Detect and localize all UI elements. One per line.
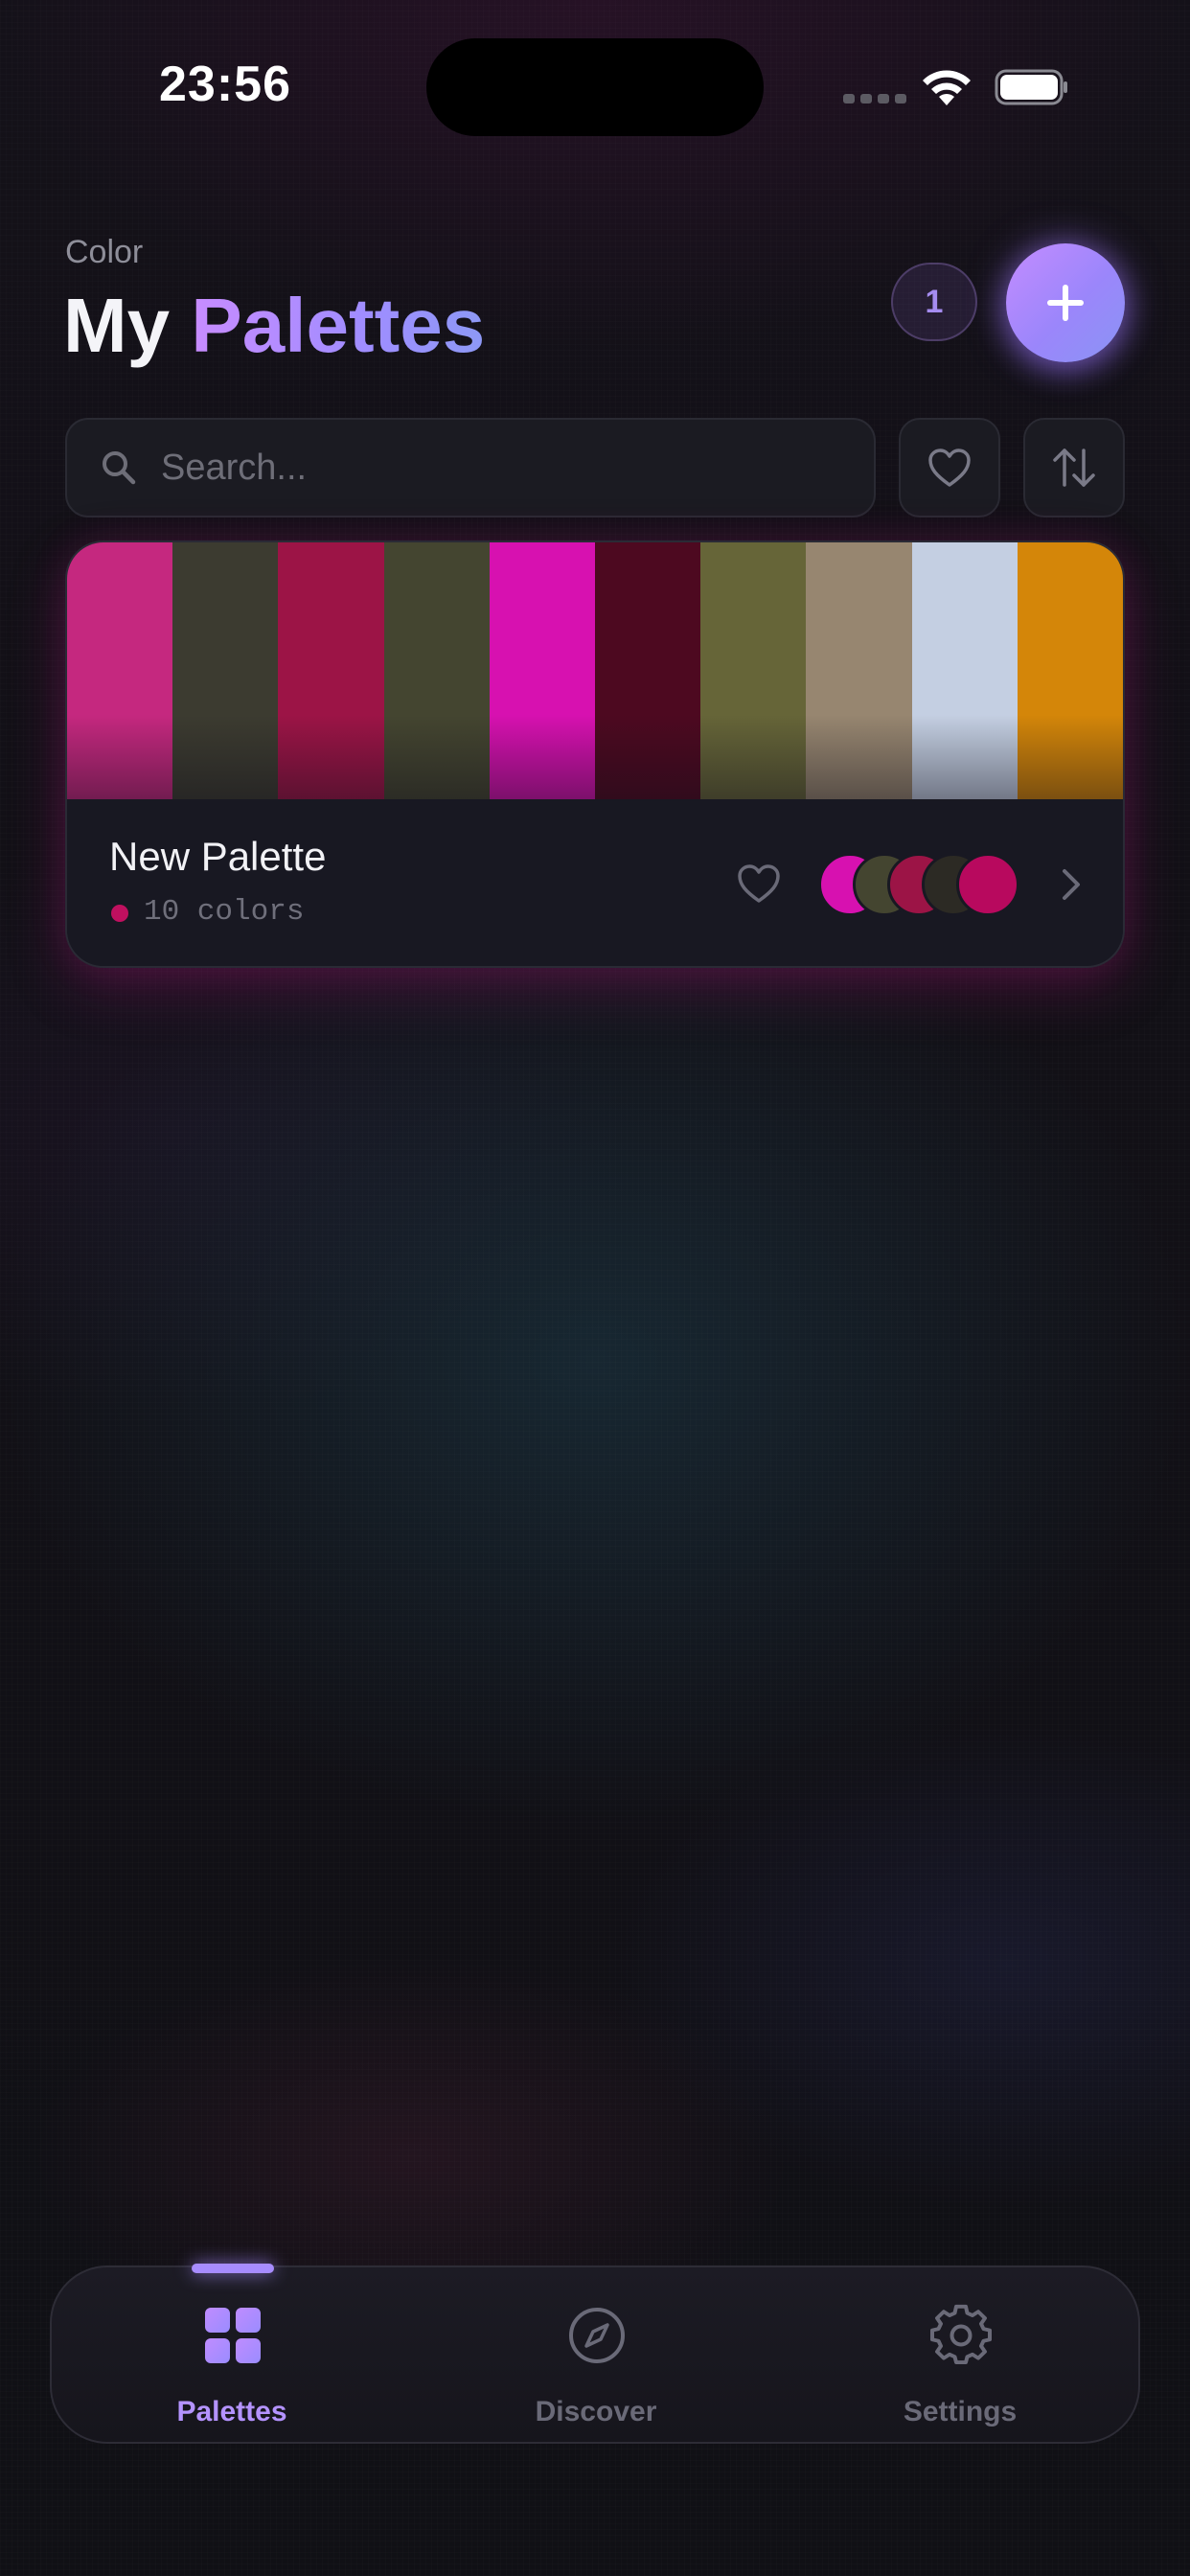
palette-swatch-9	[911, 542, 1018, 799]
page-title-plain: My	[63, 283, 171, 368]
sort-arrows-icon	[1053, 448, 1095, 487]
sort-button[interactable]	[1023, 418, 1125, 518]
grid-icon	[205, 2308, 261, 2363]
palette-card[interactable]: New Palette 10 colors	[65, 540, 1125, 968]
plus-icon	[1047, 285, 1084, 321]
palette-name: New Palette	[109, 834, 327, 879]
palette-card-footer: New Palette 10 colors	[67, 799, 1123, 966]
palette-swatch-3	[278, 542, 384, 799]
wifi-icon	[923, 70, 971, 105]
signal-icon	[843, 94, 906, 104]
battery-icon	[995, 69, 1067, 105]
palette-preview-swatches	[818, 853, 1039, 916]
palette-swatch-7	[700, 542, 807, 799]
palette-swatch-2	[172, 542, 279, 799]
page-title: My Palettes	[63, 278, 485, 374]
background-texture	[0, 0, 1190, 2576]
search-bar	[65, 418, 876, 518]
page-title-accent: Palettes	[191, 283, 486, 368]
tab-discover[interactable]: Discover	[452, 2267, 740, 2446]
add-palette-button[interactable]	[1006, 243, 1125, 362]
dynamic-island	[426, 38, 764, 136]
preview-swatch-5	[956, 853, 1019, 916]
compass-icon	[569, 2308, 625, 2363]
tab-settings[interactable]: Settings	[816, 2267, 1104, 2446]
palette-swatch-1	[67, 542, 173, 799]
status-time: 23:56	[159, 57, 291, 112]
tab-bar: Palettes Discover Settings	[50, 2264, 1140, 2446]
gear-icon	[930, 2304, 992, 2364]
tab-settings-label: Settings	[903, 2396, 1018, 2427]
palette-count-badge: 1	[891, 263, 977, 341]
tab-palettes[interactable]: Palettes	[88, 2264, 376, 2446]
page-eyebrow: Color	[65, 234, 144, 270]
palette-swatch-4	[383, 542, 490, 799]
palette-swatch-5	[489, 542, 596, 799]
tab-discover-label: Discover	[535, 2396, 657, 2427]
search-input[interactable]	[159, 446, 874, 490]
palette-swatch-6	[595, 542, 701, 799]
heart-icon	[928, 448, 971, 487]
favorite-button[interactable]	[732, 857, 786, 910]
tab-palettes-label: Palettes	[176, 2396, 287, 2427]
palette-color-dot	[111, 905, 128, 922]
palette-swatch-8	[806, 542, 912, 799]
chevron-right-icon	[1063, 869, 1080, 900]
palette-swatch-10	[1017, 542, 1123, 799]
active-tab-indicator	[192, 2264, 274, 2273]
favorites-filter-button[interactable]	[899, 418, 1000, 518]
palette-swatch-strip	[67, 542, 1123, 799]
search-icon	[103, 451, 136, 485]
heart-icon	[738, 864, 780, 903]
palette-color-count: 10 colors	[144, 895, 305, 929]
open-palette-button[interactable]	[1052, 862, 1090, 907]
